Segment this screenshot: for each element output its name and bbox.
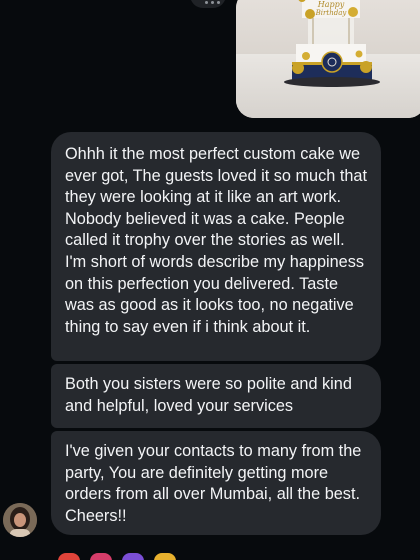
message-bubble[interactable]: Both you sisters were so polite and kind… bbox=[51, 364, 381, 428]
message-bubble[interactable]: Ohhh it the most perfect custom cake we … bbox=[51, 132, 381, 361]
more-dots-icon[interactable] bbox=[205, 1, 220, 4]
emoji-icon bbox=[122, 553, 144, 560]
emoji-icon bbox=[154, 553, 176, 560]
emoji-icon bbox=[58, 553, 80, 560]
shared-cake-photo[interactable]: Happy Birthday bbox=[236, 0, 420, 118]
svg-text:Happy: Happy bbox=[317, 0, 345, 9]
svg-text:Birthday: Birthday bbox=[315, 9, 348, 17]
chat-screen: Happy Birthday Ohhh it the most perfect … bbox=[0, 0, 420, 560]
cake-photo-image: Happy Birthday bbox=[236, 0, 420, 118]
reaction-emoji-icons bbox=[58, 553, 176, 560]
avatar-image bbox=[3, 503, 37, 537]
message-bubble[interactable]: I've given your contacts to many from th… bbox=[51, 431, 381, 535]
emoji-icon bbox=[90, 553, 112, 560]
user-avatar[interactable] bbox=[3, 503, 37, 537]
